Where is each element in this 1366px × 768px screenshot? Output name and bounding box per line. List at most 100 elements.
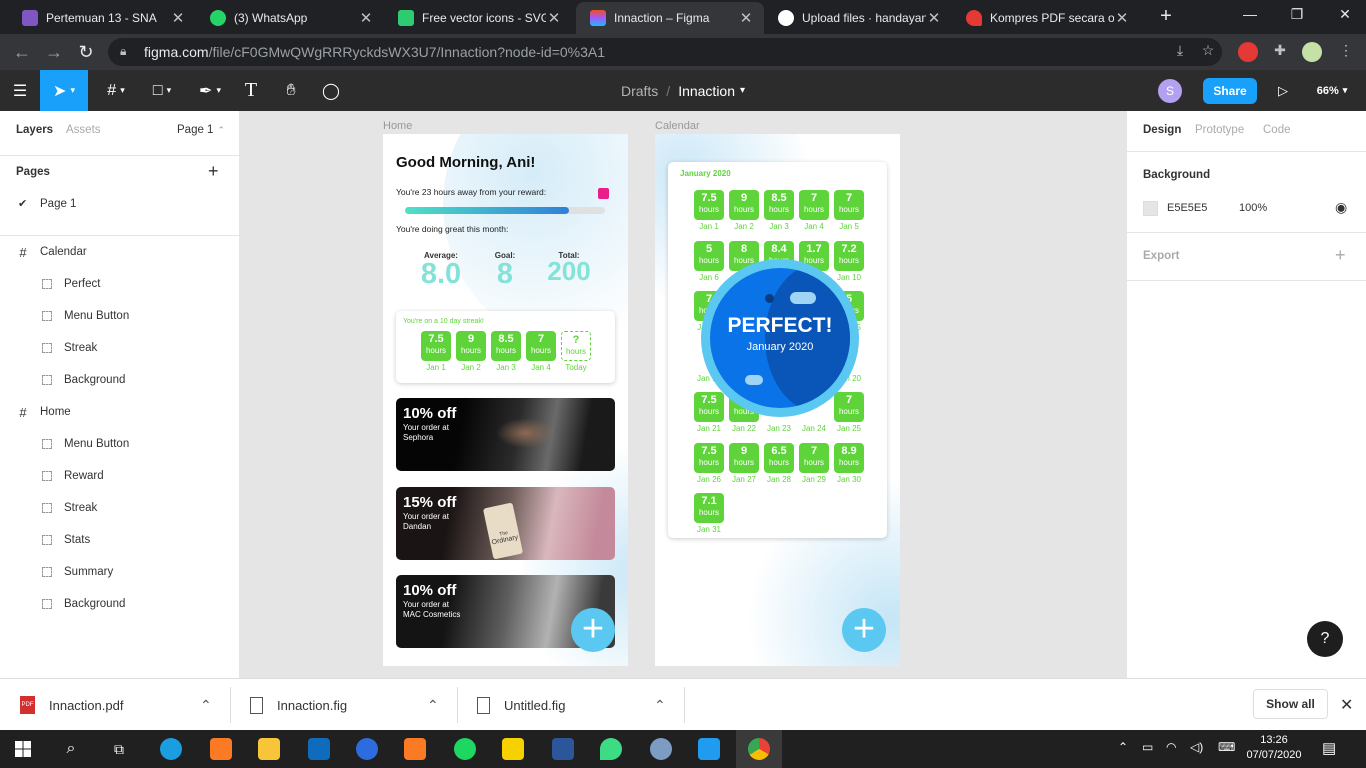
app-icon[interactable] [344,730,390,768]
calendar-day-pill[interactable]: 9 hours [729,190,759,220]
maps-icon[interactable] [588,730,634,768]
hand-tool-icon[interactable]: ✋︎ [276,70,306,111]
main-menu-icon[interactable]: ☰ [0,70,40,111]
home-frame[interactable]: Good Morning, Ani! You're 23 hours away … [383,134,628,666]
bookmark-star-icon[interactable]: ☆ [1198,42,1218,62]
word-icon[interactable] [540,730,586,768]
r-icon[interactable] [638,730,684,768]
calendar-day-pill[interactable]: 7.5 hours [694,442,724,473]
close-tab-icon[interactable]: ✕ [926,9,942,27]
tab-assets[interactable]: Assets [66,124,101,136]
tab-kompres-pdf[interactable]: Kompres PDF secara on ✕ [952,2,1140,34]
close-tab-icon[interactable]: ✕ [1114,9,1130,27]
reload-icon[interactable]: ↻ [74,42,98,63]
share-button[interactable]: Share [1203,78,1257,104]
player-icon[interactable] [490,730,536,768]
close-tab-icon[interactable]: ✕ [738,9,754,27]
notification-icon[interactable]: ▤ [1322,739,1336,757]
chevron-down-icon[interactable]: ▾ [740,85,745,96]
xampp-icon[interactable] [392,730,438,768]
layer-frame[interactable]: # Home [0,396,239,428]
edge-icon[interactable] [148,730,194,768]
menu-add-button[interactable]: + [571,608,615,652]
close-window-icon[interactable]: ✕ [1333,6,1357,23]
system-clock[interactable]: 13:26 07/07/2020 [1238,733,1310,763]
layer-item[interactable]: Background [0,588,239,620]
download-item-innaction-pdf[interactable]: PDF Innaction.pdf [20,679,123,731]
wifi-icon[interactable]: ◠ [1166,740,1176,754]
tab-pertemuan[interactable]: Pertemuan 13 - SNA ✕ [8,2,196,34]
layer-item[interactable]: Streak [0,492,239,524]
menu-add-button[interactable]: + [842,608,886,652]
spotify-icon[interactable] [442,730,488,768]
search-icon[interactable]: ⌕ [48,730,94,768]
calendar-day-pill[interactable]: 8.5 hours [764,190,794,220]
mail-icon[interactable] [296,730,342,768]
zoom-menu[interactable]: 66% ▾ [1306,70,1358,111]
task-view-icon[interactable]: ⧉ [96,730,142,768]
close-tab-icon[interactable]: ✕ [358,9,374,27]
frame-label-calendar[interactable]: Calendar [655,120,700,132]
chevron-up-icon[interactable]: ⌃ [654,679,666,731]
canvas[interactable]: Home Good Morning, Ani! You're 23 hours … [240,111,1126,678]
frame-tool-button[interactable]: # ▾ [96,70,136,111]
perfect-badge[interactable]: PERFECT! January 2020 [701,259,859,417]
keyboard-icon[interactable]: ⌨ [1218,740,1235,754]
puzzle-icon[interactable]: ✚ [1270,42,1290,62]
tab-code[interactable]: Code [1263,124,1291,136]
tab-figma[interactable]: Innaction – Figma ✕ [576,2,764,34]
layer-item[interactable]: Background [0,364,239,396]
close-downloads-icon[interactable]: ✕ [1340,679,1353,731]
comment-tool-icon[interactable]: ◯ [316,70,346,111]
drafts-link[interactable]: Drafts [621,83,658,99]
avatar[interactable]: S [1158,79,1182,103]
calendar-day-pill[interactable]: 8.9 hours [834,442,864,473]
tab-vector-icons[interactable]: Free vector icons - SVG ✕ [384,2,572,34]
calendar-day-pill[interactable]: 7hours [799,442,829,473]
add-export-icon[interactable]: + [1335,245,1346,266]
calendar-day-pill[interactable]: 7.5 hours [694,392,724,422]
layer-frame[interactable]: # Calendar [0,236,239,268]
text-tool-icon[interactable]: T [236,70,266,111]
page-item-page-1[interactable]: Page 1 [40,198,76,210]
layer-item[interactable]: Menu Button [0,428,239,460]
calendar-day-pill[interactable]: 7hours [834,190,864,220]
layer-item[interactable]: Reward [0,460,239,492]
tray-chevron-icon[interactable]: ⌃ [1118,740,1128,754]
windows-start-icon[interactable] [0,730,46,768]
calendar-day-pill[interactable]: 7.1 hours [694,493,724,523]
chevron-up-icon[interactable]: ⌃ [200,679,212,731]
add-page-icon[interactable]: + [208,161,219,182]
layer-item[interactable]: Menu Button [0,300,239,332]
calendar-day-pill[interactable]: 6.5 hours [764,442,794,473]
gift-icon[interactable] [598,188,609,199]
chrome-icon[interactable] [736,730,782,768]
calendar-day-pill[interactable]: 9 hours [729,442,759,473]
offer-card-sephora[interactable]: 10% off Your order at Sephora [396,398,615,471]
download-item-innaction-fig[interactable]: Innaction.fig [250,679,347,731]
streak-day-pill[interactable]: ? hours [561,331,591,361]
tab-layers[interactable]: Layers [16,124,53,136]
streak-day-pill[interactable]: 7 hours [526,331,556,361]
xampp-icon[interactable] [198,730,244,768]
close-tab-icon[interactable]: ✕ [546,9,562,27]
streak-day-pill[interactable]: 8.5 hours [491,331,521,361]
tab-whatsapp[interactable]: (3) WhatsApp ✕ [196,2,384,34]
battery-icon[interactable]: ▭ [1142,740,1153,754]
back-icon[interactable]: ← [10,42,34,63]
profile-avatar[interactable] [1302,42,1322,62]
move-tool-button[interactable]: ➤ ▾ [40,70,88,111]
calendar-day-pill[interactable]: 7hours [799,190,829,220]
menu-dots-icon[interactable]: ⋮ [1336,42,1356,62]
chevron-up-icon[interactable]: ⌃ [427,679,439,731]
calendar-day-pill[interactable]: 5hours [694,240,724,271]
layer-item[interactable]: Stats [0,524,239,556]
background-hex-field[interactable]: E5E5E5 [1167,202,1207,214]
layer-item[interactable]: Perfect [0,268,239,300]
tab-prototype[interactable]: Prototype [1195,124,1244,136]
present-play-icon[interactable]: ▷ [1270,70,1296,111]
streak-day-pill[interactable]: 7.5 hours [421,331,451,361]
layer-item[interactable]: Summary [0,556,239,588]
background-color-swatch[interactable] [1143,201,1158,216]
shape-tool-button[interactable]: □ ▾ [142,70,182,111]
